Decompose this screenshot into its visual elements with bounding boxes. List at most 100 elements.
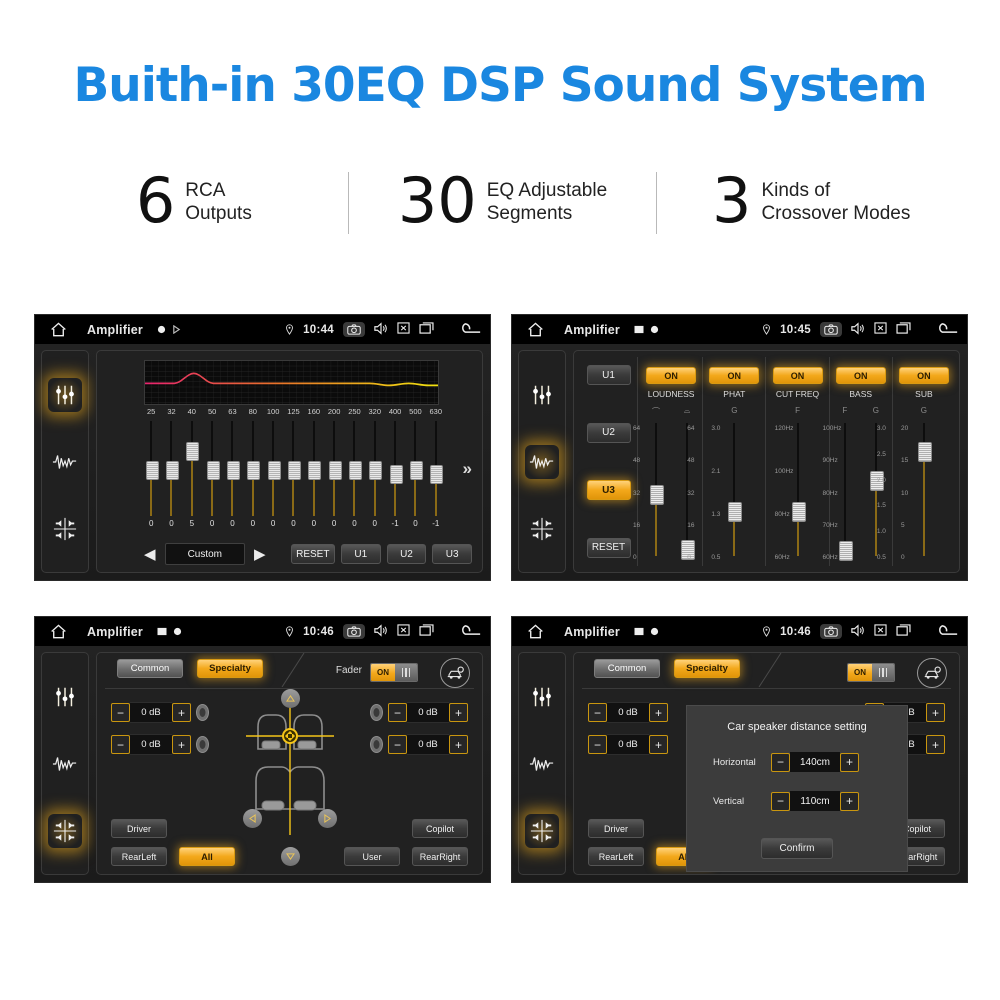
car-gear-icon[interactable] [440, 658, 470, 688]
preset-u3-button[interactable]: U3 [432, 544, 472, 564]
level-stepper[interactable]: − 0 dB + [588, 703, 668, 722]
increase-button[interactable]: + [649, 703, 668, 722]
home-icon[interactable] [45, 322, 71, 337]
reset-button[interactable]: RESET [587, 538, 631, 558]
eq-slider-handle[interactable] [207, 461, 220, 480]
eq-slider[interactable] [222, 421, 242, 516]
eq-slider-bank[interactable] [141, 421, 446, 516]
eq-slider[interactable] [161, 421, 181, 516]
level-stepper[interactable]: − 0 dB + [388, 703, 468, 722]
nav-left-button[interactable] [243, 809, 262, 828]
eq-slider[interactable] [243, 421, 263, 516]
waveform-icon[interactable] [48, 747, 82, 781]
decrease-button[interactable]: − [588, 703, 607, 722]
speaker-balance-icon[interactable] [525, 512, 559, 546]
eq-slider[interactable] [304, 421, 324, 516]
more-chevron-icon[interactable]: » [463, 459, 472, 479]
preset-driver-button[interactable]: Driver [111, 819, 167, 838]
crossover-on-button[interactable]: ON [899, 367, 949, 384]
decrease-button[interactable]: − [111, 735, 130, 754]
crossover-slider[interactable]: 120Hz100Hz80Hz60Hz [775, 419, 821, 560]
nav-right-button[interactable] [318, 809, 337, 828]
crossover-on-button[interactable]: ON [709, 367, 759, 384]
level-stepper[interactable]: − 0 dB + [388, 735, 468, 754]
horizontal-stepper[interactable]: − 140cm + [771, 752, 859, 772]
increase-button[interactable]: + [926, 703, 945, 722]
crossover-slider[interactable]: 20151050 [901, 419, 947, 560]
crossover-slider[interactable]: 3.02.52.01.51.00.5 [861, 419, 892, 560]
increase-button[interactable]: + [649, 735, 668, 754]
increase-button[interactable]: + [449, 703, 468, 722]
crossover-on-button[interactable]: ON [773, 367, 823, 384]
eq-slider[interactable] [426, 421, 446, 516]
decrease-button[interactable]: − [111, 703, 130, 722]
level-stepper[interactable]: − 0 dB + [588, 735, 668, 754]
eq-slider[interactable] [283, 421, 303, 516]
camera-icon[interactable] [343, 322, 365, 337]
home-icon[interactable] [522, 624, 548, 639]
increase-button[interactable]: + [926, 735, 945, 754]
eq-slider[interactable] [324, 421, 344, 516]
x-box-icon[interactable] [874, 624, 887, 639]
eq-sliders-icon[interactable] [525, 680, 559, 714]
speaker-balance-icon[interactable] [48, 512, 82, 546]
eq-slider-handle[interactable] [268, 461, 281, 480]
preset-u1-button[interactable]: U1 [341, 544, 381, 564]
x-box-icon[interactable] [397, 624, 410, 639]
recents-icon[interactable] [419, 322, 434, 337]
speaker-icon[interactable] [851, 624, 865, 640]
tab-common[interactable]: Common [117, 659, 183, 678]
eq-slider[interactable] [385, 421, 405, 516]
eq-sliders-icon[interactable] [525, 378, 559, 412]
increase-button[interactable]: + [172, 735, 191, 754]
preset-u3-button[interactable]: U3 [587, 480, 631, 500]
eq-slider[interactable] [405, 421, 425, 516]
fader-toggle[interactable]: ON [847, 663, 895, 682]
eq-slider-handle[interactable] [288, 461, 301, 480]
decrease-button[interactable]: − [771, 753, 790, 772]
crossover-slider[interactable]: 644832160 [640, 419, 671, 560]
eq-slider-handle[interactable] [308, 461, 321, 480]
eq-slider-handle[interactable] [186, 442, 199, 461]
eq-slider[interactable] [365, 421, 385, 516]
preset-user-button[interactable]: User [344, 847, 400, 866]
eq-slider-handle[interactable] [227, 461, 240, 480]
level-stepper[interactable]: − 0 dB + [111, 735, 191, 754]
eq-slider[interactable] [182, 421, 202, 516]
prev-preset-button[interactable]: ◀ [141, 547, 159, 562]
back-arrow-icon[interactable] [458, 321, 482, 338]
nav-up-button[interactable] [281, 689, 300, 708]
confirm-button[interactable]: Confirm [761, 838, 833, 859]
home-icon[interactable] [45, 624, 71, 639]
tab-specialty[interactable]: Specialty [197, 659, 263, 678]
camera-icon[interactable] [820, 322, 842, 337]
waveform-icon[interactable] [525, 445, 559, 479]
increase-button[interactable]: + [449, 735, 468, 754]
preset-u1-button[interactable]: U1 [587, 365, 631, 385]
increase-button[interactable]: + [840, 753, 859, 772]
speaker-icon[interactable] [374, 322, 388, 338]
x-box-icon[interactable] [397, 322, 410, 337]
recents-icon[interactable] [896, 322, 911, 337]
car-gear-icon[interactable] [917, 658, 947, 688]
preset-u2-button[interactable]: U2 [587, 423, 631, 443]
eq-sliders-icon[interactable] [48, 378, 82, 412]
preset-driver-button[interactable]: Driver [588, 819, 644, 838]
crossover-slider[interactable]: 100Hz90Hz80Hz70Hz60Hz [830, 419, 861, 560]
preset-display[interactable]: Custom [165, 543, 245, 565]
speaker-balance-icon[interactable] [525, 814, 559, 848]
eq-slider-handle[interactable] [369, 461, 382, 480]
eq-slider-handle[interactable] [390, 465, 403, 484]
waveform-icon[interactable] [48, 445, 82, 479]
x-box-icon[interactable] [874, 322, 887, 337]
nav-down-button[interactable] [281, 847, 300, 866]
level-stepper[interactable]: − 0 dB + [111, 703, 191, 722]
eq-slider-handle[interactable] [146, 461, 159, 480]
eq-slider-handle[interactable] [166, 461, 179, 480]
eq-slider-handle[interactable] [349, 461, 362, 480]
tab-common[interactable]: Common [594, 659, 660, 678]
home-icon[interactable] [522, 322, 548, 337]
eq-slider[interactable] [344, 421, 364, 516]
back-arrow-icon[interactable] [935, 623, 959, 640]
back-arrow-icon[interactable] [935, 321, 959, 338]
